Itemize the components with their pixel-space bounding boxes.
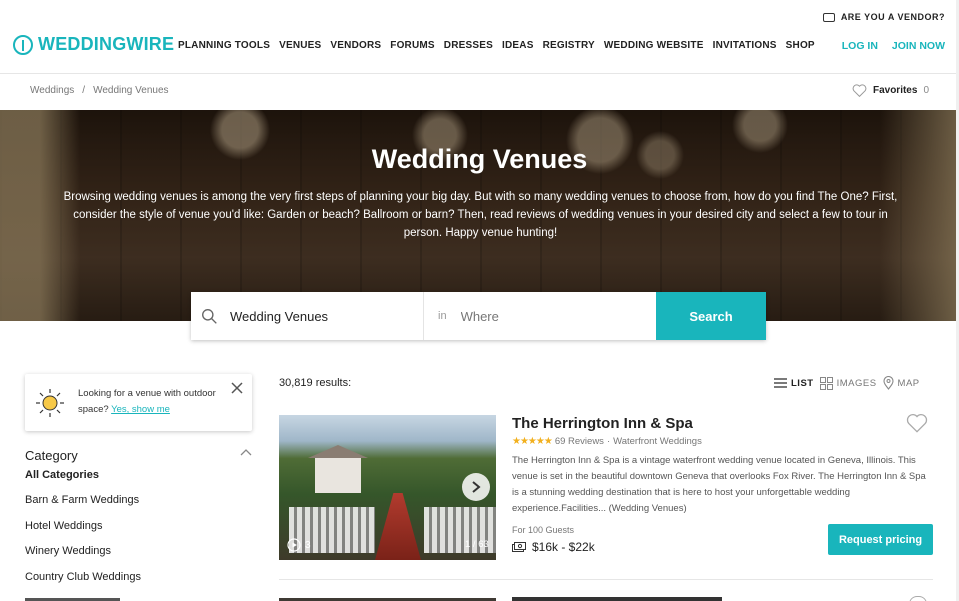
aisle-illustration (375, 493, 421, 560)
venue-description: The Herrington Inn & Spa is a vintage wa… (512, 455, 926, 514)
location-input[interactable] (460, 308, 611, 324)
favorites-count: 0 (923, 85, 929, 96)
promo-text: Looking for a venue with outdoor space? … (78, 386, 228, 418)
category-list: All Categories Barn & Farm Weddings Hote… (25, 469, 141, 597)
in-label: in (438, 310, 447, 322)
photo-counter: 1 / 63 (465, 539, 489, 550)
favorite-heart-icon[interactable] (909, 596, 927, 601)
nav-item-wedding-website[interactable]: WEDDING WEBSITE (604, 40, 704, 51)
view-list-button[interactable]: LIST (774, 378, 814, 389)
view-list-label: LIST (791, 377, 814, 389)
review-count[interactable]: 69 Reviews (555, 436, 604, 447)
video-badge[interactable]: 3 (287, 538, 311, 552)
nav-item-venues[interactable]: VENUES (279, 40, 321, 51)
nav-item-registry[interactable]: REGISTRY (543, 40, 595, 51)
price-range: $16k - $22k (512, 540, 595, 554)
view-images-button[interactable]: IMAGES (819, 376, 877, 390)
favorites-label: Favorites (872, 85, 918, 96)
price-value: $16k - $22k (532, 540, 595, 554)
nav-item-invitations[interactable]: INVITATIONS (713, 40, 777, 51)
view-images-label: IMAGES (836, 377, 877, 389)
nav-item-forums[interactable]: FORUMS (390, 40, 435, 51)
results-count: 30,819 results: (279, 377, 352, 389)
logo-text: WEDDINGWIRE (38, 34, 175, 54)
view-map-button[interactable]: MAP (882, 376, 920, 390)
map-pin-icon (882, 376, 894, 390)
request-pricing-button[interactable]: Request pricing (828, 524, 933, 555)
meta-separator: · (606, 436, 611, 447)
breadcrumb-item-weddings[interactable]: Weddings (30, 85, 74, 96)
chevron-right-icon (472, 481, 481, 493)
search-where: in (424, 292, 656, 340)
search-input[interactable] (230, 308, 380, 324)
view-map-label: MAP (897, 377, 920, 389)
page-title: Wedding Venues (371, 144, 588, 174)
category-item-barn-farm[interactable]: Barn & Farm Weddings (25, 494, 141, 520)
venue-photo[interactable]: 3 1 / 63 (279, 415, 496, 560)
breadcrumb-separator: / (82, 85, 86, 96)
venue-title-cutoff (512, 597, 722, 601)
category-item-cutoff (25, 597, 125, 601)
rating-stars: ★★★★★ (512, 436, 553, 447)
promo-link[interactable]: Yes, show me (111, 404, 170, 415)
briefcase-icon (822, 12, 835, 22)
breadcrumb-item-current: Wedding Venues (93, 85, 169, 96)
category-item-country-club[interactable]: Country Club Weddings (25, 571, 141, 597)
favorites-link[interactable]: Favorites 0 (852, 84, 929, 97)
heart-icon (852, 84, 867, 97)
sun-icon (36, 389, 64, 417)
hero-banner: Wedding Venues Browsing wedding venues i… (0, 110, 959, 321)
chevron-up-icon[interactable] (240, 448, 252, 456)
list-icon (774, 378, 787, 388)
gazebo-illustration (308, 445, 368, 493)
logo[interactable]: WEDDINGWIRE (13, 34, 174, 55)
venue-listing: 3 1 / 63 The Herrington Inn & Spa ★★★★★ … (279, 413, 933, 580)
vendor-link[interactable]: ARE YOU A VENDOR? (822, 12, 945, 22)
nav-item-ideas[interactable]: IDEAS (502, 40, 534, 51)
guest-count: For 100 Guests (512, 525, 575, 535)
venue-title[interactable]: The Herrington Inn & Spa (512, 415, 693, 432)
breadcrumb: Weddings / Wedding Venues (30, 85, 169, 96)
close-icon[interactable] (230, 381, 244, 395)
logo-icon (13, 34, 33, 55)
nav-item-planning-tools[interactable]: PLANNING TOOLS (178, 40, 270, 51)
next-photo-button[interactable] (462, 473, 490, 501)
category-item-hotel[interactable]: Hotel Weddings (25, 520, 141, 546)
nav-item-shop[interactable]: SHOP (786, 40, 815, 51)
promo-card: Looking for a venue with outdoor space? … (25, 374, 252, 431)
venue-listing-next (279, 595, 933, 601)
category-item-all[interactable]: All Categories (25, 469, 141, 494)
auth-links: LOG IN JOIN NOW (842, 40, 945, 52)
video-count: 3 (305, 539, 311, 551)
venue-category: Waterfront Weddings (613, 436, 702, 447)
category-filter-title[interactable]: Category (25, 448, 78, 463)
nav-item-dresses[interactable]: DRESSES (444, 40, 493, 51)
join-link[interactable]: JOIN NOW (892, 40, 945, 52)
search-what (191, 292, 424, 340)
view-toggle: LIST IMAGES MAP (774, 376, 920, 390)
main-nav: PLANNING TOOLS VENUES VENDORS FORUMS DRE… (178, 40, 815, 51)
venue-meta: ★★★★★ 69 Reviews · Waterfront Weddings (512, 436, 702, 447)
vendor-label: ARE YOU A VENDOR? (840, 12, 945, 22)
nav-item-vendors[interactable]: VENDORS (330, 40, 381, 51)
search-button[interactable]: Search (656, 292, 766, 340)
favorite-heart-icon[interactable] (906, 413, 928, 433)
grid-icon (819, 376, 833, 390)
play-icon (287, 538, 301, 552)
top-bar: WEDDINGWIRE PLANNING TOOLS VENUES VENDOR… (0, 0, 959, 74)
category-item-winery[interactable]: Winery Weddings (25, 545, 141, 571)
hero-description: Browsing wedding venues is among the ver… (63, 191, 898, 239)
money-icon (512, 542, 526, 552)
search-icon (202, 308, 217, 324)
search-bar: in Search (191, 292, 766, 340)
login-link[interactable]: LOG IN (842, 40, 878, 52)
